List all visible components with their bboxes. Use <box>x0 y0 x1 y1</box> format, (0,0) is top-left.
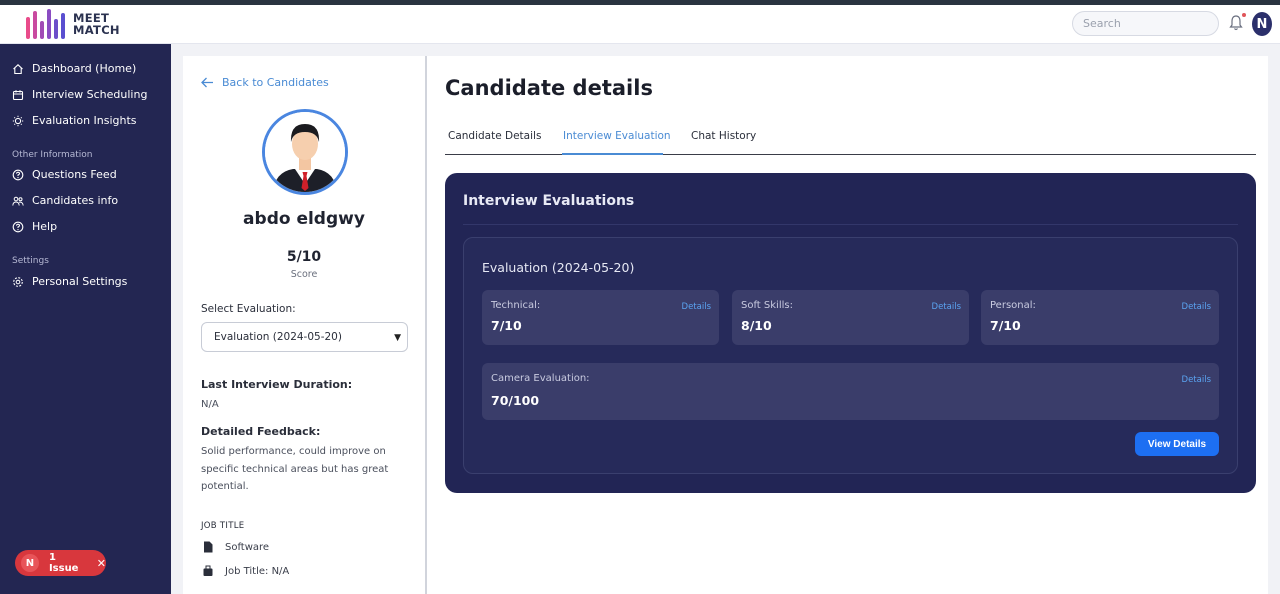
job-title-text: Job Title: N/A <box>225 565 290 577</box>
sidebar: Dashboard (Home) Interview Scheduling Ev… <box>0 44 171 594</box>
briefcase-icon <box>203 565 213 576</box>
sidebar-item-label: Candidates info <box>32 194 119 207</box>
issue-initial: N <box>21 554 39 572</box>
metric-technical: Technical: 7/10 Details <box>482 290 719 345</box>
sidebar-item-label: Dashboard (Home) <box>32 62 137 75</box>
sidebar-item-label: Evaluation Insights <box>32 114 137 127</box>
feedback-label: Detailed Feedback: <box>201 425 321 438</box>
sidebar-item-help[interactable]: Help <box>12 220 57 233</box>
metric-soft-skills: Soft Skills: 8/10 Details <box>732 290 969 345</box>
metric-value: 8/10 <box>741 318 772 333</box>
user-avatar[interactable]: N <box>1252 12 1272 36</box>
question-icon <box>12 169 24 180</box>
metric-value: 7/10 <box>491 318 522 333</box>
chevron-down-icon: ▼ <box>394 333 401 343</box>
arrow-left-icon <box>201 77 213 88</box>
home-icon <box>13 63 23 74</box>
metric-label: Camera Evaluation: <box>491 373 590 384</box>
sidebar-section-settings: Settings <box>12 256 49 266</box>
evaluation-title: Evaluation (2024-05-20) <box>482 260 635 275</box>
evaluation-select[interactable]: Evaluation (2024-05-20) ▼ <box>201 322 408 352</box>
score-label: Score <box>290 269 318 280</box>
sidebar-item-label: Personal Settings <box>32 275 128 288</box>
metric-label: Personal: <box>990 300 1036 311</box>
sidebar-item-interview-scheduling[interactable]: Interview Scheduling <box>12 88 147 101</box>
candidate-name: abdo eldgwy <box>243 209 365 229</box>
camera-details-link[interactable]: Details <box>1182 375 1211 385</box>
evaluation-select-value: Evaluation (2024-05-20) <box>214 331 342 343</box>
logo-line2: MATCH <box>73 23 120 37</box>
evaluations-title: Interview Evaluations <box>463 193 635 209</box>
logo-bars-icon <box>26 9 65 39</box>
page-title: Candidate details <box>445 76 653 100</box>
metric-value: 70/100 <box>491 393 540 408</box>
notification-dot <box>1242 13 1246 17</box>
technical-details-link[interactable]: Details <box>682 302 711 312</box>
metric-camera-evaluation: Camera Evaluation: 70/100 Details <box>482 363 1219 420</box>
metric-label: Soft Skills: <box>741 300 793 311</box>
app-logo[interactable]: MEET MATCH <box>26 9 120 39</box>
sidebar-item-label: Help <box>32 220 58 233</box>
candidate-score: 5/10 <box>286 249 322 265</box>
select-evaluation-label: Select Evaluation: <box>201 303 296 315</box>
close-icon[interactable]: ✕ <box>97 557 106 570</box>
gear-icon <box>13 276 23 287</box>
back-link-label: Back to Candidates <box>222 76 329 89</box>
bell-icon[interactable] <box>1229 15 1243 31</box>
sidebar-item-candidates-info[interactable]: Candidates info <box>12 194 118 207</box>
sidebar-item-personal-settings[interactable]: Personal Settings <box>12 275 127 288</box>
duration-value: N/A <box>201 399 219 410</box>
job-title-heading: JOB TITLE <box>201 521 245 531</box>
metric-label: Technical: <box>491 300 541 311</box>
feedback-text: Solid performance, could improve on spec… <box>201 446 389 492</box>
active-tab-indicator <box>562 153 663 155</box>
document-icon <box>204 541 213 553</box>
metric-personal: Personal: 7/10 Details <box>981 290 1219 345</box>
candidate-avatar <box>262 109 348 195</box>
metric-value: 7/10 <box>990 318 1021 333</box>
job-field-row: Software <box>203 541 269 553</box>
help-icon <box>12 221 24 232</box>
tab-interview-evaluation[interactable]: Interview Evaluation <box>563 130 671 142</box>
logo-text: MEET MATCH <box>73 12 120 36</box>
sidebar-item-label: Questions Feed <box>32 168 117 181</box>
view-details-button[interactable]: View Details <box>1135 432 1219 456</box>
search-input[interactable]: Search <box>1072 11 1219 36</box>
evaluations-divider <box>463 224 1238 225</box>
sidebar-item-dashboard[interactable]: Dashboard (Home) <box>12 62 136 75</box>
sidebar-section-other: Other Information <box>12 150 93 160</box>
tab-candidate-details[interactable]: Candidate Details <box>448 130 541 142</box>
sidebar-item-label: Interview Scheduling <box>32 88 148 101</box>
job-title-row: Job Title: N/A <box>203 565 289 577</box>
job-field-text: Software <box>225 541 270 553</box>
calendar-icon <box>12 89 24 100</box>
sidebar-item-evaluation-insights[interactable]: Evaluation Insights <box>12 114 137 127</box>
sidebar-item-questions-feed[interactable]: Questions Feed <box>12 168 117 181</box>
issue-badge[interactable]: N 1 Issue ✕ <box>15 550 106 576</box>
soft-skills-details-link[interactable]: Details <box>932 302 961 312</box>
users-icon <box>12 196 24 206</box>
duration-label: Last Interview Duration: <box>201 378 353 391</box>
top-header: MEET MATCH Search N <box>0 5 1280 44</box>
tab-chat-history[interactable]: Chat History <box>691 130 756 142</box>
back-to-candidates-link[interactable]: Back to Candidates <box>201 76 329 89</box>
lightbulb-icon <box>12 115 24 126</box>
issue-label: 1 Issue <box>48 552 79 574</box>
personal-details-link[interactable]: Details <box>1182 302 1211 312</box>
